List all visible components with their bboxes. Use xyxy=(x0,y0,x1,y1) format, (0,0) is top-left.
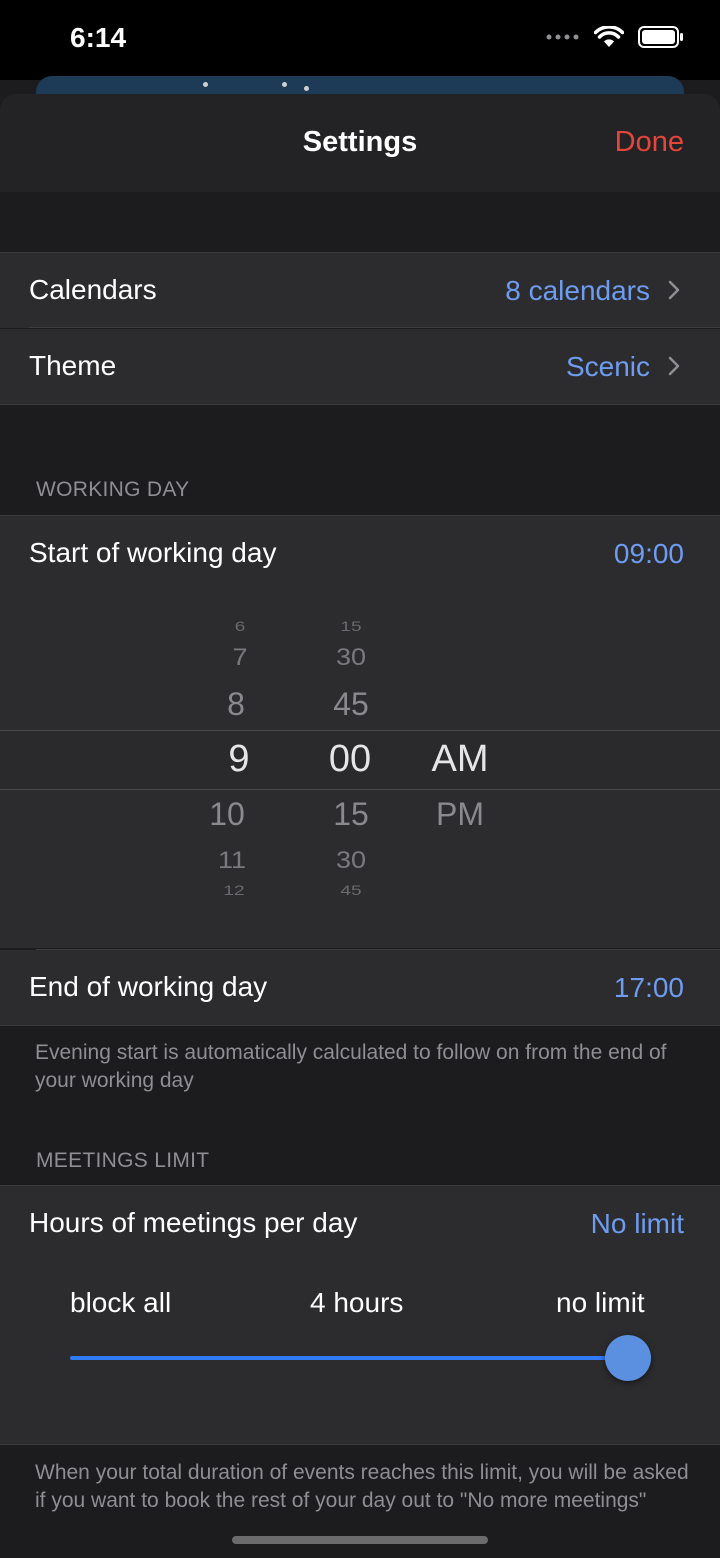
slider-mid-label: 4 hours xyxy=(310,1287,404,1318)
picker-minute-option[interactable]: 30 xyxy=(316,847,386,875)
picker-hour-option[interactable]: 7 xyxy=(210,644,270,672)
status-bar: 6:14 xyxy=(0,0,720,116)
meetings-limit-footnote: When your total duration of events reach… xyxy=(35,1461,689,1512)
calendars-value: 8 calendars xyxy=(505,275,650,306)
wifi-icon xyxy=(594,26,624,47)
start-working-day-label: Start of working day xyxy=(29,537,277,568)
meetings-slider-knob[interactable] xyxy=(605,1335,651,1381)
picker-minute-option[interactable]: 45 xyxy=(316,686,386,723)
theme-value: Scenic xyxy=(565,351,650,382)
picker-hour-option[interactable]: 10 xyxy=(197,796,257,833)
chevron-right-icon xyxy=(668,356,680,376)
picker-minute-option[interactable]: 45 xyxy=(316,883,386,900)
divider xyxy=(0,1025,720,1026)
chevron-right-icon xyxy=(668,280,680,300)
picker-hour-option[interactable]: 12 xyxy=(204,883,264,900)
picker-period-selected[interactable]: AM xyxy=(420,738,500,781)
done-button[interactable]: Done xyxy=(615,126,684,159)
divider xyxy=(0,404,720,405)
cellular-signal-icon xyxy=(546,34,579,40)
meetings-slider-track[interactable] xyxy=(70,1356,630,1360)
background-dot xyxy=(203,82,208,87)
theme-row[interactable]: Theme Scenic xyxy=(0,329,720,404)
background-dot xyxy=(304,86,309,91)
time-picker[interactable]: 6 7 8 9 10 11 12 15 30 45 00 15 30 45 AM… xyxy=(0,594,720,924)
divider xyxy=(0,1444,720,1445)
status-time: 6:14 xyxy=(70,22,127,53)
picker-minute-option[interactable]: 15 xyxy=(316,796,386,833)
divider xyxy=(29,327,720,328)
end-working-day-label: End of working day xyxy=(29,971,268,1002)
picker-hour-option[interactable]: 11 xyxy=(202,847,262,875)
battery-icon xyxy=(638,26,683,48)
home-indicator xyxy=(232,1536,488,1544)
background-dot xyxy=(282,82,287,87)
picker-period-option[interactable]: PM xyxy=(420,796,500,833)
calendars-row[interactable]: Calendars 8 calendars xyxy=(0,253,720,328)
theme-label: Theme xyxy=(29,350,117,381)
meetings-limit-row: Hours of meetings per day No limit block… xyxy=(0,1186,720,1444)
end-working-day-value: 17:00 xyxy=(613,972,684,1003)
meetings-limit-header: MEETINGS LIMIT xyxy=(36,1149,210,1172)
slider-max-label: no limit xyxy=(556,1287,645,1318)
picker-hour-option[interactable]: 6 xyxy=(210,619,270,636)
page-title: Settings xyxy=(302,126,418,158)
meetings-limit-value: No limit xyxy=(590,1208,684,1239)
picker-hour-option[interactable]: 8 xyxy=(206,686,266,723)
end-working-day-row[interactable]: End of working day 17:00 xyxy=(0,950,720,1025)
working-day-footnote: Evening start is automatically calculate… xyxy=(35,1041,667,1092)
meetings-limit-label: Hours of meetings per day xyxy=(29,1207,358,1238)
picker-hour-selected[interactable]: 9 xyxy=(209,738,269,781)
calendars-label: Calendars xyxy=(29,274,157,305)
picker-minute-option[interactable]: 30 xyxy=(316,644,386,672)
status-icons xyxy=(546,26,684,48)
picker-minute-selected[interactable]: 00 xyxy=(312,738,388,781)
slider-min-label: block all xyxy=(70,1287,172,1318)
settings-sheet: Settings Done Calendars 8 calendars Them… xyxy=(0,94,720,1558)
working-day-header: WORKING DAY xyxy=(36,478,190,501)
picker-minute-option[interactable]: 15 xyxy=(316,619,386,636)
start-working-day-value: 09:00 xyxy=(613,538,684,569)
navigation-bar: Settings Done xyxy=(0,94,720,192)
